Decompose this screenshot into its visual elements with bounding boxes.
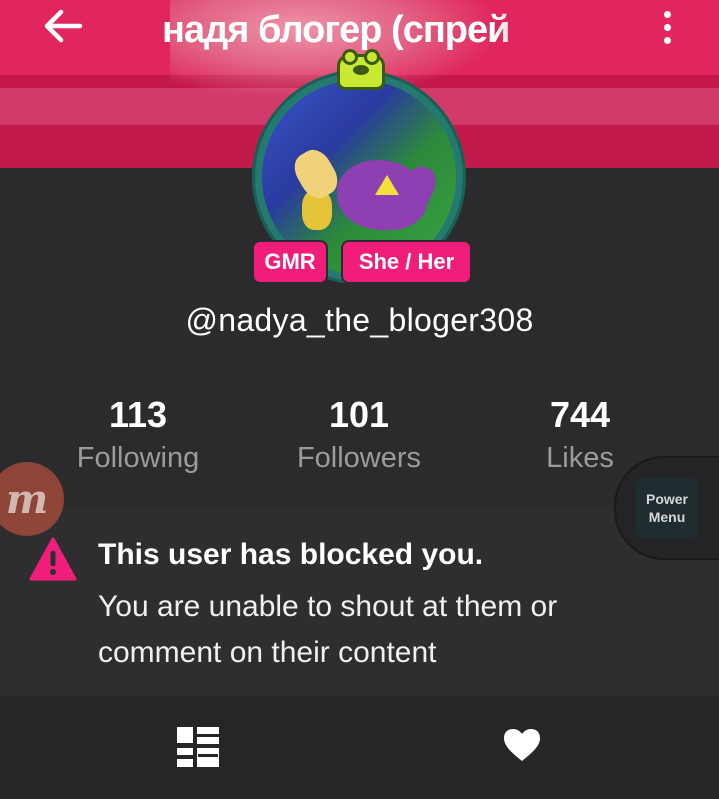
arrow-left-icon (44, 9, 83, 43)
heart-icon[interactable] (503, 728, 541, 762)
tag-pronouns[interactable]: She / Her (341, 240, 472, 284)
power-menu-button[interactable]: Power Menu (636, 478, 698, 538)
grid-icon[interactable] (177, 727, 219, 767)
bottom-nav (0, 696, 719, 799)
blocked-message: You are unable to shout at them or comme… (98, 590, 558, 669)
power-menu-panel: Power Menu (614, 456, 719, 560)
frog-frame-icon (337, 49, 385, 90)
back-button[interactable] (38, 6, 88, 46)
tag-gmr[interactable]: GMR (252, 240, 328, 284)
warning-icon (29, 537, 77, 581)
likes-count: 744 (549, 394, 611, 435)
username-handle: @nadya_the_bloger308 (185, 302, 534, 338)
stat-followers[interactable]: 101 Followers (259, 392, 459, 478)
following-count: 113 (108, 394, 168, 435)
more-options-button[interactable] (650, 6, 684, 48)
followers-count: 101 (328, 394, 390, 435)
page-title: надя блогер (спрей (162, 9, 511, 51)
stat-following[interactable]: 113 Following (38, 392, 238, 478)
followers-label: Followers (296, 442, 422, 474)
following-label: Following (76, 442, 200, 474)
more-vertical-icon (663, 10, 671, 18)
blocked-notice: This user has blocked you. You are unabl… (0, 506, 719, 696)
blocked-title: This user has blocked you. (98, 538, 484, 571)
